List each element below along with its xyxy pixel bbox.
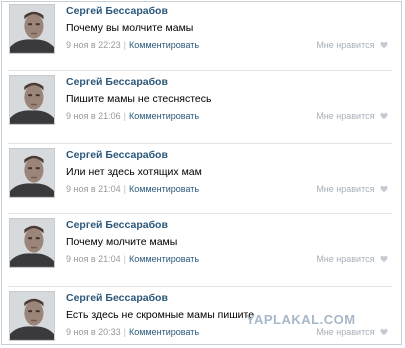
comment-text: Почему молчите мамы: [66, 236, 178, 248]
meta-separator: |: [123, 40, 127, 50]
avatar[interactable]: [9, 291, 55, 341]
like-label: Мне нравится: [316, 40, 375, 50]
comment-text: Пишите мамы не стеснястесь: [66, 93, 212, 105]
divider: [8, 70, 392, 71]
like-button[interactable]: Мне нравится: [316, 327, 388, 337]
comment-date[interactable]: 9 ноя в 20:33: [66, 327, 121, 337]
comment-text: Почему вы молчите мамы: [66, 22, 194, 34]
author-name[interactable]: Сергей Бессарабов: [66, 292, 168, 304]
heart-icon: [380, 328, 388, 336]
comment-date[interactable]: 9 ноя в 21:04: [66, 184, 121, 194]
comment-meta: 9 ноя в 21:06 | Комментировать: [66, 111, 199, 121]
avatar-photo: [10, 5, 54, 53]
meta-separator: |: [123, 254, 127, 264]
comment-item: Сергей Бессарабов Почему вы молчите мамы…: [2, 2, 400, 71]
reply-link[interactable]: Комментировать: [129, 40, 199, 50]
comment-meta: 9 ноя в 22:23 | Комментировать: [66, 40, 199, 50]
comment-item: Сергей Бессарабов Почему молчите мамы 9 …: [2, 216, 400, 287]
like-label: Мне нравится: [316, 327, 375, 337]
author-name[interactable]: Сергей Бессарабов: [66, 76, 168, 88]
avatar[interactable]: [9, 218, 55, 268]
like-button[interactable]: Мне нравится: [316, 40, 388, 50]
comment-item: Сергей Бессарабов Пишите мамы не стесняс…: [2, 73, 400, 144]
like-button[interactable]: Мне нравится: [316, 184, 388, 194]
comment-date[interactable]: 9 ноя в 22:23: [66, 40, 121, 50]
comment-text: Или нет здесь хотящих мам: [66, 166, 202, 178]
reply-link[interactable]: Комментировать: [129, 327, 199, 337]
reply-link[interactable]: Комментировать: [129, 254, 199, 264]
comment-date[interactable]: 9 ноя в 21:04: [66, 254, 121, 264]
comment-text: Есть здесь не скромные мамы пишите: [66, 309, 255, 321]
meta-separator: |: [123, 111, 127, 121]
meta-separator: |: [123, 184, 127, 194]
divider: [8, 286, 392, 287]
author-name[interactable]: Сергей Бессарабов: [66, 149, 168, 161]
like-button[interactable]: Мне нравится: [316, 111, 388, 121]
comments-panel: Сергей Бессарабов Почему вы молчите мамы…: [1, 1, 402, 345]
like-button[interactable]: Мне нравится: [316, 254, 388, 264]
like-label: Мне нравится: [316, 254, 375, 264]
avatar[interactable]: [9, 75, 55, 125]
site-watermark: YAPLAKAL.COM: [246, 312, 356, 327]
heart-icon: [380, 185, 388, 193]
comment-item: Сергей Бессарабов Или нет здесь хотящих …: [2, 146, 400, 214]
divider: [8, 213, 392, 214]
avatar-photo: [10, 292, 54, 340]
avatar[interactable]: [9, 4, 55, 54]
heart-icon: [380, 112, 388, 120]
comment-date[interactable]: 9 ноя в 21:06: [66, 111, 121, 121]
author-name[interactable]: Сергей Бессарабов: [66, 5, 168, 17]
avatar[interactable]: [9, 148, 55, 198]
author-name[interactable]: Сергей Бессарабов: [66, 219, 168, 231]
like-label: Мне нравится: [316, 111, 375, 121]
comment-meta: 9 ноя в 21:04 | Комментировать: [66, 254, 199, 264]
heart-icon: [380, 255, 388, 263]
reply-link[interactable]: Комментировать: [129, 184, 199, 194]
comment-meta: 9 ноя в 21:04 | Комментировать: [66, 184, 199, 194]
avatar-photo: [10, 76, 54, 124]
heart-icon: [380, 41, 388, 49]
avatar-photo: [10, 219, 54, 267]
reply-link[interactable]: Комментировать: [129, 111, 199, 121]
comment-meta: 9 ноя в 20:33 | Комментировать: [66, 327, 199, 337]
divider: [8, 143, 392, 144]
meta-separator: |: [123, 327, 127, 337]
avatar-photo: [10, 149, 54, 197]
like-label: Мне нравится: [316, 184, 375, 194]
